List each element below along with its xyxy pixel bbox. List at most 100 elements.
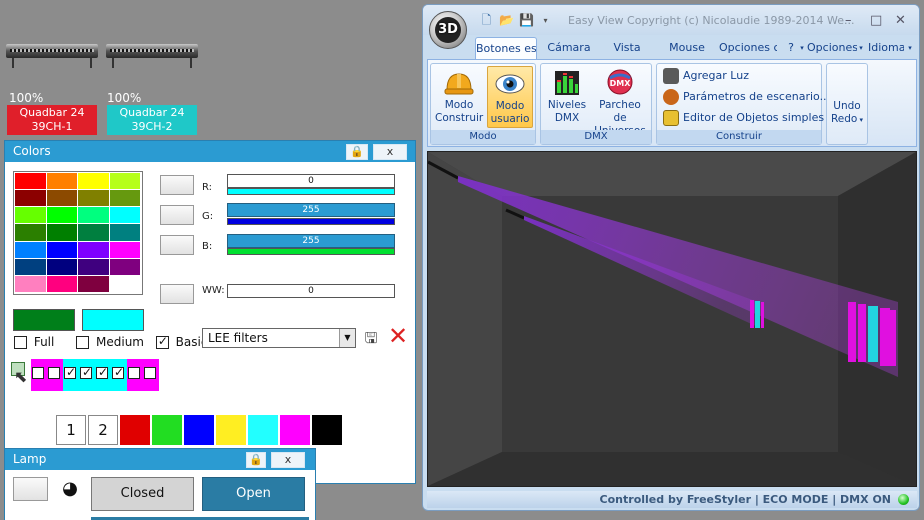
color-grid-cell[interactable] <box>46 258 78 276</box>
basic-checkbox[interactable] <box>155 334 169 349</box>
palette-checkbox[interactable] <box>112 365 124 379</box>
fixture-label[interactable]: Quadbar 24 39CH-1 <box>7 105 97 135</box>
color-grid-cell[interactable] <box>109 275 141 293</box>
current-color-a[interactable] <box>13 309 75 331</box>
color-swatch[interactable] <box>152 415 182 445</box>
color-slot-button-b[interactable] <box>160 235 194 255</box>
close-window-icon[interactable]: ✕ <box>895 13 909 28</box>
medium-checkbox[interactable] <box>76 336 90 349</box>
palette-checkbox[interactable] <box>80 365 92 379</box>
minimize-icon[interactable]: – <box>845 13 859 28</box>
swatch-page-button[interactable]: 1 <box>56 415 86 445</box>
g-slider[interactable] <box>227 218 395 225</box>
new-file-icon[interactable]: 🗋 <box>479 13 494 28</box>
tab-help[interactable]: ? <box>785 37 797 59</box>
modo-usuario-button[interactable]: Modo usuario <box>487 66 533 128</box>
lamp-slot-button[interactable] <box>13 477 48 501</box>
color-swatch[interactable] <box>216 415 246 445</box>
save-icon[interactable]: 💾 <box>519 13 534 28</box>
swatch-page-button[interactable]: 2 <box>88 415 118 445</box>
color-grid-cell[interactable] <box>78 241 110 259</box>
color-grid-cell[interactable] <box>109 224 141 242</box>
fixture-quadbar-2[interactable] <box>106 44 198 68</box>
open-button[interactable]: Open <box>202 477 305 511</box>
color-grid-cell[interactable] <box>109 207 141 225</box>
color-grid-cell[interactable] <box>46 173 78 191</box>
palette-checkbox[interactable] <box>96 365 108 379</box>
color-grid-cell[interactable] <box>15 241 47 259</box>
color-swatch[interactable] <box>184 415 214 445</box>
color-grid-cell[interactable] <box>46 207 78 225</box>
tab-opciones[interactable]: Opciones <box>807 37 857 59</box>
niveles-dmx-button[interactable]: Niveles DMX <box>545 66 589 128</box>
fixture-label[interactable]: Quadbar 24 39CH-2 <box>107 105 197 135</box>
current-color-b[interactable] <box>82 309 144 331</box>
color-grid-cell[interactable] <box>109 173 141 191</box>
color-swatch[interactable] <box>120 415 150 445</box>
color-grid-cell[interactable] <box>46 224 78 242</box>
color-slot-button-r[interactable] <box>160 175 194 195</box>
color-grid-cell[interactable] <box>15 207 47 225</box>
b-slider[interactable] <box>227 248 395 255</box>
agregar-luz-button[interactable]: Agregar Luz <box>663 66 749 86</box>
chevron-down-icon[interactable]: ▾ <box>857 37 865 59</box>
delete-icon[interactable]: ✕ <box>386 324 410 348</box>
lock-icon[interactable]: 🔒 <box>246 452 266 468</box>
color-grid-cell[interactable] <box>78 207 110 225</box>
editor-objetos-button[interactable]: Editor de Objetos simples <box>663 108 824 128</box>
tab-idioma[interactable]: Idioma <box>868 37 904 59</box>
color-grid-cell[interactable] <box>46 275 78 293</box>
tab-camara[interactable]: Cámara <box>543 37 595 59</box>
chevron-down-icon[interactable]: ▼ <box>339 329 355 347</box>
color-grid-cell[interactable] <box>46 190 78 208</box>
color-swatch[interactable] <box>248 415 278 445</box>
g-value-field[interactable]: 255 <box>227 203 395 217</box>
filter-select[interactable]: LEE filters ▼ <box>202 328 356 348</box>
close-button[interactable]: x <box>271 452 305 468</box>
color-swatch[interactable] <box>312 415 342 445</box>
app-titlebar[interactable]: 3D 🗋 📂 💾 ▾ Easy View Copyright (c) Nicol… <box>423 5 919 49</box>
chevron-down-icon[interactable]: ▾ <box>797 37 807 59</box>
3d-viewport[interactable] <box>427 151 917 487</box>
color-grid-cell[interactable] <box>78 275 110 293</box>
lock-icon[interactable]: 🔒 <box>346 144 368 160</box>
color-grid-cell[interactable] <box>15 224 47 242</box>
open-folder-icon[interactable]: 📂 <box>499 13 514 28</box>
color-grid-cell[interactable] <box>78 224 110 242</box>
color-slot-button-ww[interactable] <box>160 284 194 304</box>
color-swatch[interactable] <box>280 415 310 445</box>
color-grid-cell[interactable] <box>109 241 141 259</box>
fixture-quadbar-1[interactable] <box>6 44 98 68</box>
color-grid-cell[interactable] <box>15 258 47 276</box>
colors-window-titlebar[interactable]: Colors 🔒 x <box>5 141 415 162</box>
modo-construir-button[interactable]: Modo Construir <box>435 66 483 128</box>
r-slider[interactable] <box>227 188 395 195</box>
color-grid-cell[interactable] <box>15 275 47 293</box>
color-grid-cell[interactable] <box>46 241 78 259</box>
color-grid-cell[interactable] <box>78 190 110 208</box>
closed-button[interactable]: Closed <box>91 477 194 511</box>
save-icon[interactable]: 🖫 <box>362 328 380 348</box>
tab-vista[interactable]: Vista <box>605 37 649 59</box>
app-orb-button[interactable]: 3D <box>429 11 467 49</box>
color-grid-cell[interactable] <box>78 258 110 276</box>
palette-checkbox[interactable] <box>48 367 60 379</box>
color-slot-button-g[interactable] <box>160 205 194 225</box>
close-button[interactable]: x <box>373 144 407 160</box>
lamp-toggle-icon[interactable]: ◕ <box>55 477 85 501</box>
palette-checkbox[interactable] <box>144 367 156 379</box>
ww-value-field[interactable]: 0 <box>227 284 395 298</box>
maximize-icon[interactable]: □ <box>870 13 884 28</box>
parametros-escenario-button[interactable]: Parámetros de escenario... <box>663 87 830 107</box>
undo-redo-button[interactable]: Undo Redo ▾ <box>827 100 867 130</box>
parcheo-universos-button[interactable]: DMX Parcheo de Universos <box>591 66 649 137</box>
palette-checkbox[interactable] <box>32 367 44 379</box>
chevron-down-icon[interactable]: ▾ <box>905 37 915 59</box>
color-grid-cell[interactable] <box>78 173 110 191</box>
palette-checkbox[interactable] <box>128 367 140 379</box>
palette-checkbox[interactable] <box>64 365 76 379</box>
lamp-window-titlebar[interactable]: Lamp 🔒 x <box>5 449 315 470</box>
color-grid-cell[interactable] <box>109 190 141 208</box>
color-grid-cell[interactable] <box>109 258 141 276</box>
full-checkbox[interactable] <box>14 336 27 349</box>
